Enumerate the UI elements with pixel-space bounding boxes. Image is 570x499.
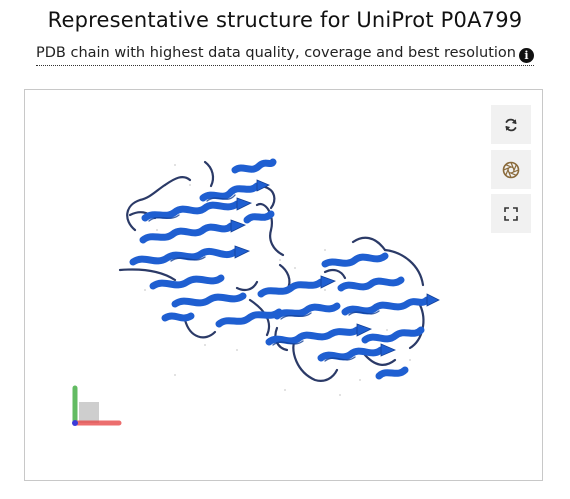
orientation-axes-gizmo [72, 385, 122, 426]
subtitle-tooltip-trigger[interactable]: PDB chain with highest data quality, cov… [36, 45, 534, 66]
refresh-icon [505, 118, 517, 131]
subtitle-text: PDB chain with highest data quality, cov… [36, 45, 516, 61]
fullscreen-button[interactable] [491, 194, 531, 233]
reset-view-button[interactable] [491, 105, 531, 144]
subtitle-container: PDB chain with highest data quality, cov… [0, 44, 570, 66]
page-title: Representative structure for UniProt P0A… [47, 8, 523, 32]
expand-icon [504, 206, 518, 221]
info-circle-icon[interactable]: i [518, 48, 534, 63]
screenshot-button[interactable] [491, 150, 531, 189]
helix-and-strand-ribbons [129, 158, 431, 380]
structure-viewer-canvas[interactable] [24, 89, 543, 481]
camera-shutter-icon [502, 161, 520, 178]
